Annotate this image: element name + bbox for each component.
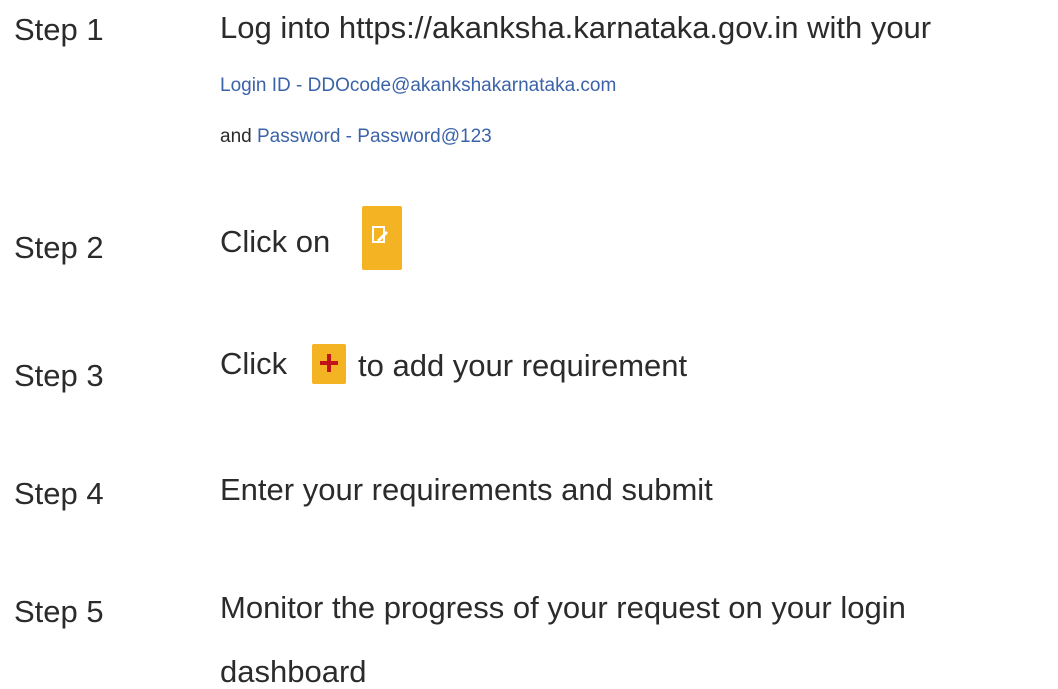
step-2-label: Step 2 (14, 230, 104, 265)
password-line: and Password - Password@123 (220, 127, 492, 146)
step-2-text: Click on (220, 224, 331, 259)
step-4-label: Step 4 (14, 476, 104, 511)
step-3-click-text: Click (220, 346, 288, 381)
pencil-icon (372, 226, 388, 243)
step-5-label: Step 5 (14, 594, 104, 629)
edit-icon (362, 206, 402, 270)
step-5-text-line2: dashboard (220, 654, 367, 689)
step-5-text-line1: Monitor the progress of your request on … (220, 590, 906, 625)
step-3-after-text: to add your requirement (358, 348, 688, 383)
and-text: and (220, 126, 252, 147)
step-3-label: Step 3 (14, 358, 104, 393)
password-text: Password - Password@123 (256, 126, 492, 147)
step-1-text: Log into https://akanksha.karnataka.gov.… (220, 10, 932, 45)
plus-glyph-icon (320, 354, 338, 372)
step-4-text: Enter your requirements and submit (220, 472, 713, 507)
login-id-text: Login ID - DDOcode@akankshakarnataka.com (220, 75, 617, 96)
steps-list: Step 1 Log into https://akanksha.karnata… (0, 0, 1058, 689)
step-1-label: Step 1 (14, 12, 104, 47)
plus-icon (312, 344, 346, 384)
